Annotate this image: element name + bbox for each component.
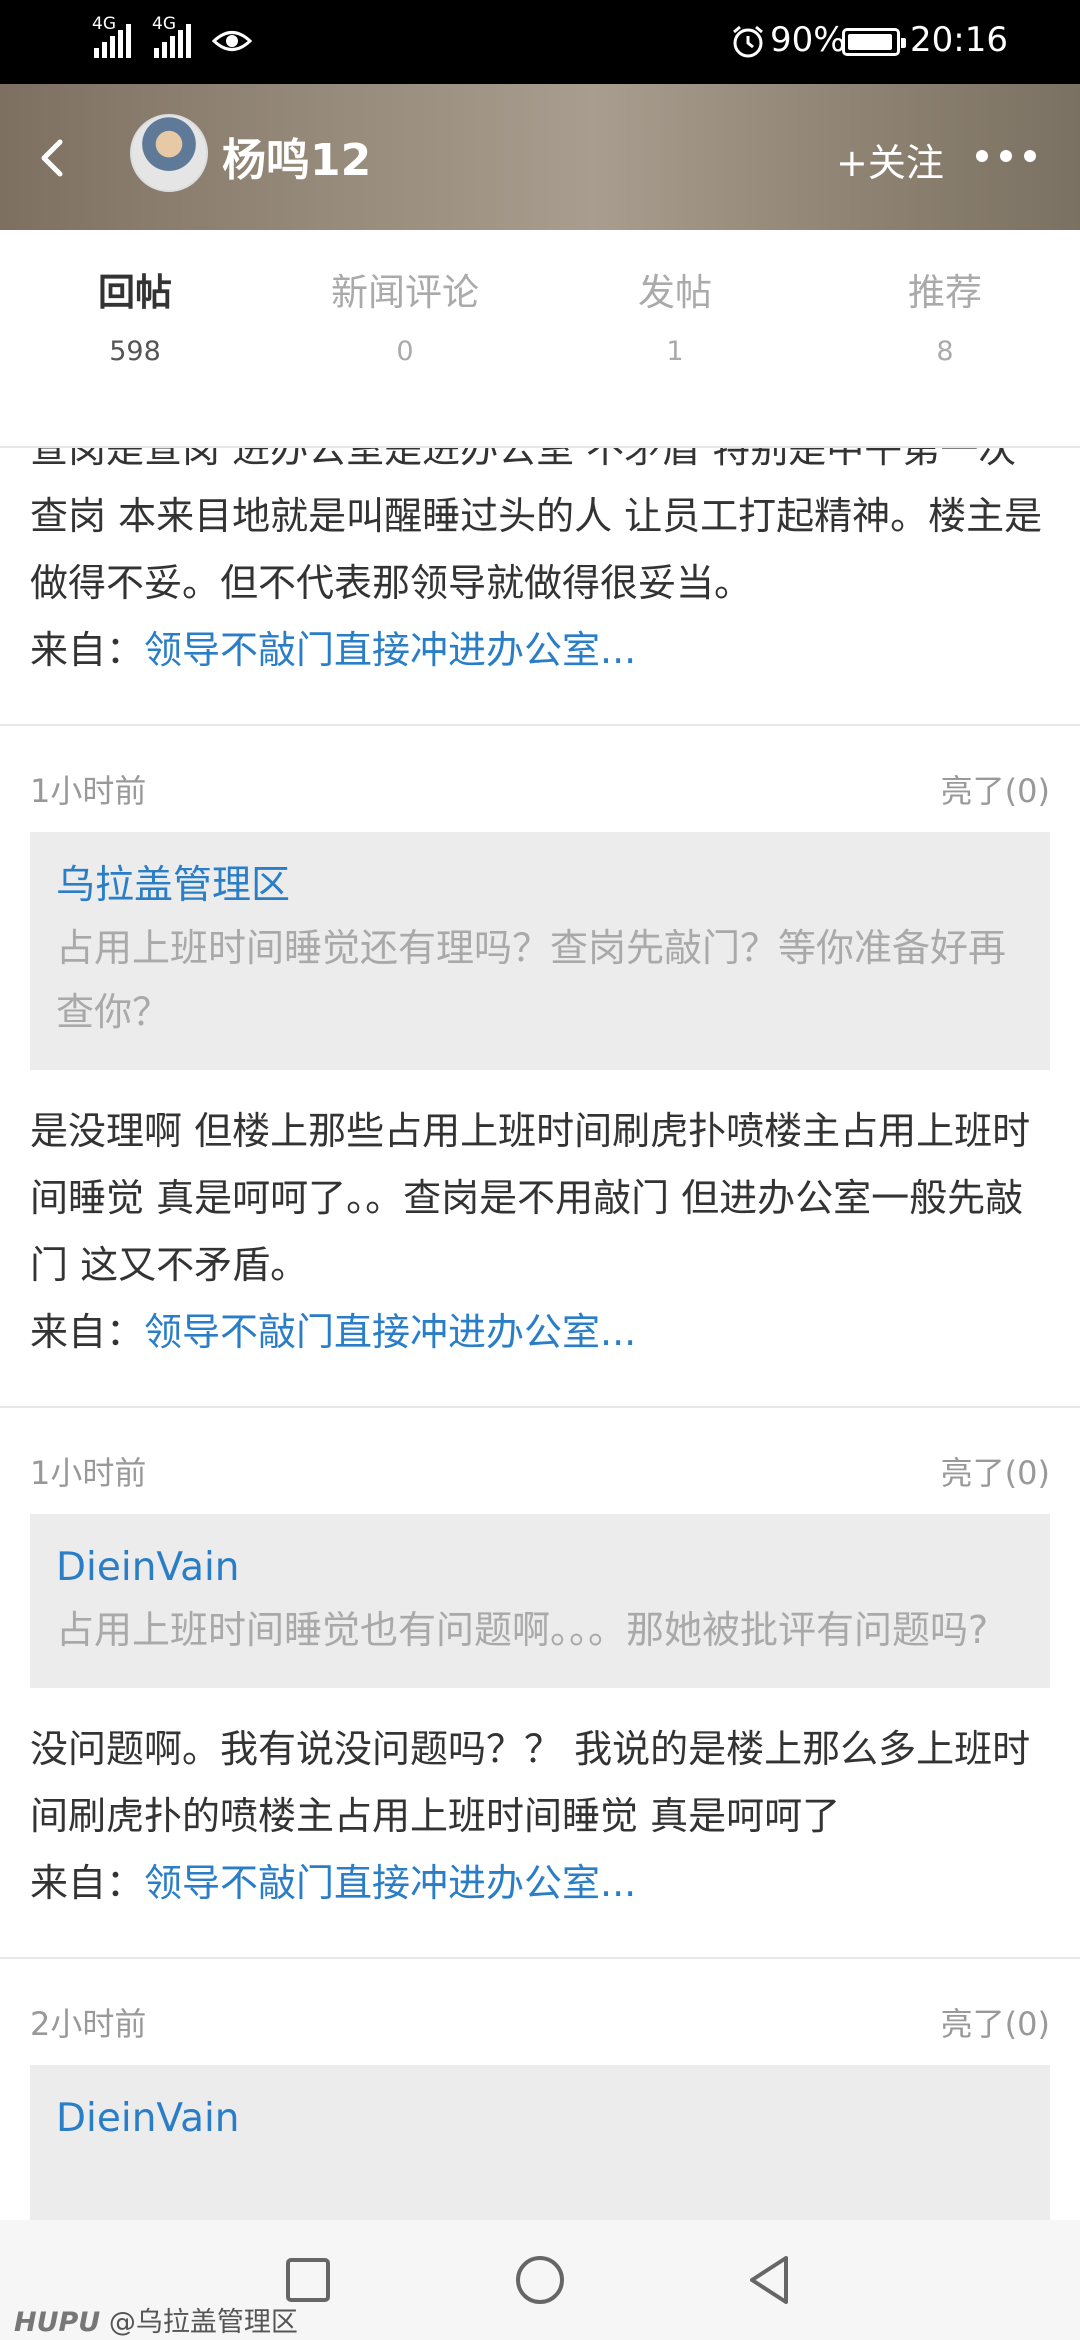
reply-feed[interactable]: 查岗是查岗 进办公室是进办公室 不矛盾 特别是中午第一次查岗 本来目地就是叫醒睡… [0, 448, 1080, 2220]
signal-icon [154, 24, 191, 58]
battery-icon [842, 28, 906, 56]
clock: 20:16 [910, 20, 1008, 60]
watermark-text: @乌拉盖管理区 [108, 2307, 298, 2338]
reply-source: 来自：领导不敲门直接冲进办公室... [0, 617, 1080, 724]
alarm-icon [733, 25, 763, 58]
source-link[interactable]: 领导不敲门直接冲进办公室... [144, 628, 636, 672]
like-button[interactable]: 亮了(0) [941, 1999, 1050, 2045]
list-item[interactable]: 1小时前 亮了(0) DieinVain 占用上班时间睡觉也有问题啊。。。那她被… [0, 1408, 1080, 1959]
reply-text: 查岗是查岗 进办公室是进办公室 不矛盾 特别是中午第一次查岗 本来目地就是叫醒睡… [30, 448, 1043, 605]
post-time: 1小时前 [30, 772, 147, 810]
quote-username[interactable]: DieinVain [56, 2093, 1024, 2145]
tab-label: 回帖 [98, 271, 172, 314]
triangle-back-icon[interactable] [740, 2250, 800, 2310]
follow-button[interactable]: +关注 [836, 132, 944, 187]
tab-count: 0 [396, 336, 414, 367]
like-button[interactable]: 亮了(0) [941, 766, 1050, 812]
reply-text: 是没理啊 但楼上那些占用上班时间刷虎扑喷楼主占用上班时间睡觉 真是呵呵了。。查岗… [30, 1109, 1031, 1287]
quoted-reply[interactable]: DieinVain [30, 2065, 1050, 2220]
watermark: HUPU @乌拉盖管理区 [14, 2300, 298, 2339]
system-nav-bar: HUPU @乌拉盖管理区 [0, 2220, 1080, 2340]
source-link[interactable]: 领导不敲门直接冲进办公室... [144, 1861, 636, 1905]
quoted-reply[interactable]: DieinVain 占用上班时间睡觉也有问题啊。。。那她被批评有问题吗? [30, 1514, 1050, 1688]
list-item[interactable]: 查岗是查岗 进办公室是进办公室 不矛盾 特别是中午第一次查岗 本来目地就是叫醒睡… [0, 448, 1080, 726]
quote-username[interactable]: 乌拉盖管理区 [56, 860, 1024, 912]
tab-replies[interactable]: 回帖 598 [0, 262, 270, 367]
signal-icon [94, 24, 131, 58]
eye-icon [212, 31, 252, 51]
post-time: 2小时前 [30, 2005, 147, 2043]
list-item[interactable]: 2小时前 亮了(0) DieinVain [0, 1959, 1080, 2220]
quote-text: 占用上班时间睡觉也有问题啊。。。那她被批评有问题吗? [56, 1608, 989, 1652]
tab-label: 新闻评论 [331, 271, 479, 314]
quote-username[interactable]: DieinVain [56, 1542, 1024, 1594]
tab-label: 推荐 [908, 271, 982, 314]
source-label: 来自： [30, 628, 145, 672]
tab-label: 发帖 [638, 271, 712, 314]
status-bar: 4G 4G 90% 20:16 [0, 0, 1080, 84]
source-link[interactable]: 领导不敲门直接冲进办公室... [144, 1310, 636, 1354]
source-label: 来自： [30, 1861, 145, 1905]
tab-bar: 回帖 598 新闻评论 0 发帖 1 推荐 8 [0, 230, 1080, 448]
profile-header: 杨鸣12 +关注 [0, 84, 1080, 230]
reply-source: 来自：领导不敲门直接冲进办公室... [0, 1299, 1080, 1406]
reply-text: 没问题啊。我有说没问题吗？？ 我说的是楼上那么多上班时间刷虎扑的喷楼主占用上班时… [30, 1727, 1031, 1838]
more-dots-icon[interactable] [974, 148, 1038, 164]
tab-news-comments[interactable]: 新闻评论 0 [270, 262, 540, 367]
post-time: 1小时前 [30, 1454, 147, 1492]
user-name: 杨鸣12 [222, 135, 372, 186]
tab-count: 598 [109, 336, 161, 367]
tab-posts[interactable]: 发帖 1 [540, 262, 810, 367]
battery-percent: 90% [770, 20, 846, 60]
quote-text: 占用上班时间睡觉还有理吗？查岗先敲门？等你准备好再查你？ [56, 926, 1007, 1034]
tab-count: 1 [666, 336, 684, 367]
reply-source: 来自：领导不敲门直接冲进办公室... [0, 1850, 1080, 1957]
tab-recommended[interactable]: 推荐 8 [810, 262, 1080, 367]
list-item[interactable]: 1小时前 亮了(0) 乌拉盖管理区 占用上班时间睡觉还有理吗？查岗先敲门？等你准… [0, 726, 1080, 1408]
source-label: 来自： [30, 1310, 145, 1354]
watermark-brand: HUPU [14, 2307, 101, 2338]
circle-icon[interactable] [510, 2250, 570, 2310]
like-button[interactable]: 亮了(0) [941, 1448, 1050, 1494]
quoted-reply[interactable]: 乌拉盖管理区 占用上班时间睡觉还有理吗？查岗先敲门？等你准备好再查你？ [30, 832, 1050, 1070]
chevron-left-icon[interactable] [30, 128, 76, 188]
tab-count: 8 [936, 336, 954, 367]
avatar[interactable] [130, 114, 208, 192]
